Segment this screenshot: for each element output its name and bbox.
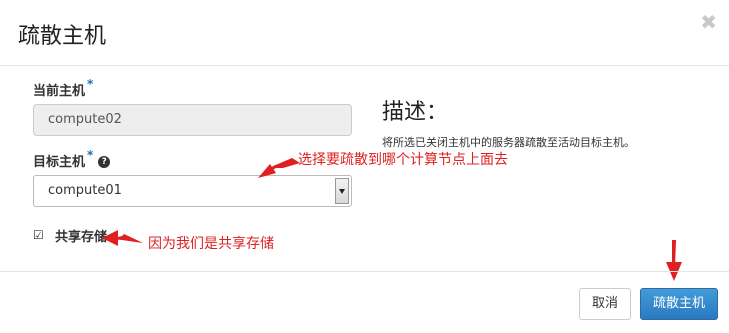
target-host-label-group: 目标主机 *?	[33, 148, 111, 170]
shared-storage-label[interactable]: 共享存储	[55, 226, 107, 245]
shared-storage-checkbox[interactable]: ☑	[33, 228, 44, 242]
required-mark: *	[87, 77, 94, 91]
dialog-header: 疏散主机 ✖	[0, 0, 729, 66]
close-icon[interactable]: ✖	[700, 12, 717, 32]
required-mark: *	[87, 148, 94, 162]
current-host-label-group: 当前主机 *	[33, 77, 94, 99]
target-host-selected-value: compute01	[48, 183, 122, 198]
arrow-to-select-icon	[262, 158, 300, 176]
select-annotation: 选择要疏散到哪个计算节点上面去	[298, 152, 508, 168]
evacuate-host-dialog: 疏散主机 ✖ 当前主机 * compute02 目标主机 *? compute01 …	[0, 0, 729, 333]
target-host-label: 目标主机	[33, 155, 86, 170]
current-host-field: compute02	[33, 104, 352, 136]
arrow-to-submit-icon	[672, 240, 676, 268]
evacuate-host-button[interactable]: 疏散主机	[640, 288, 718, 320]
description-title: 描述：	[382, 100, 449, 125]
chevron-down-icon[interactable]	[335, 178, 349, 204]
description-text: 将所选已关闭主机中的服务器疏散至活动目标主机。	[382, 136, 635, 149]
cancel-button[interactable]: 取消	[579, 288, 631, 320]
help-icon[interactable]: ?	[98, 155, 111, 168]
storage-annotation: 因为我们是共享存储	[148, 236, 274, 252]
dialog-title: 疏散主机	[18, 24, 107, 49]
target-host-select[interactable]: compute01	[33, 175, 352, 207]
arrow-to-checkbox-icon	[110, 234, 143, 243]
current-host-label: 当前主机	[33, 84, 86, 99]
